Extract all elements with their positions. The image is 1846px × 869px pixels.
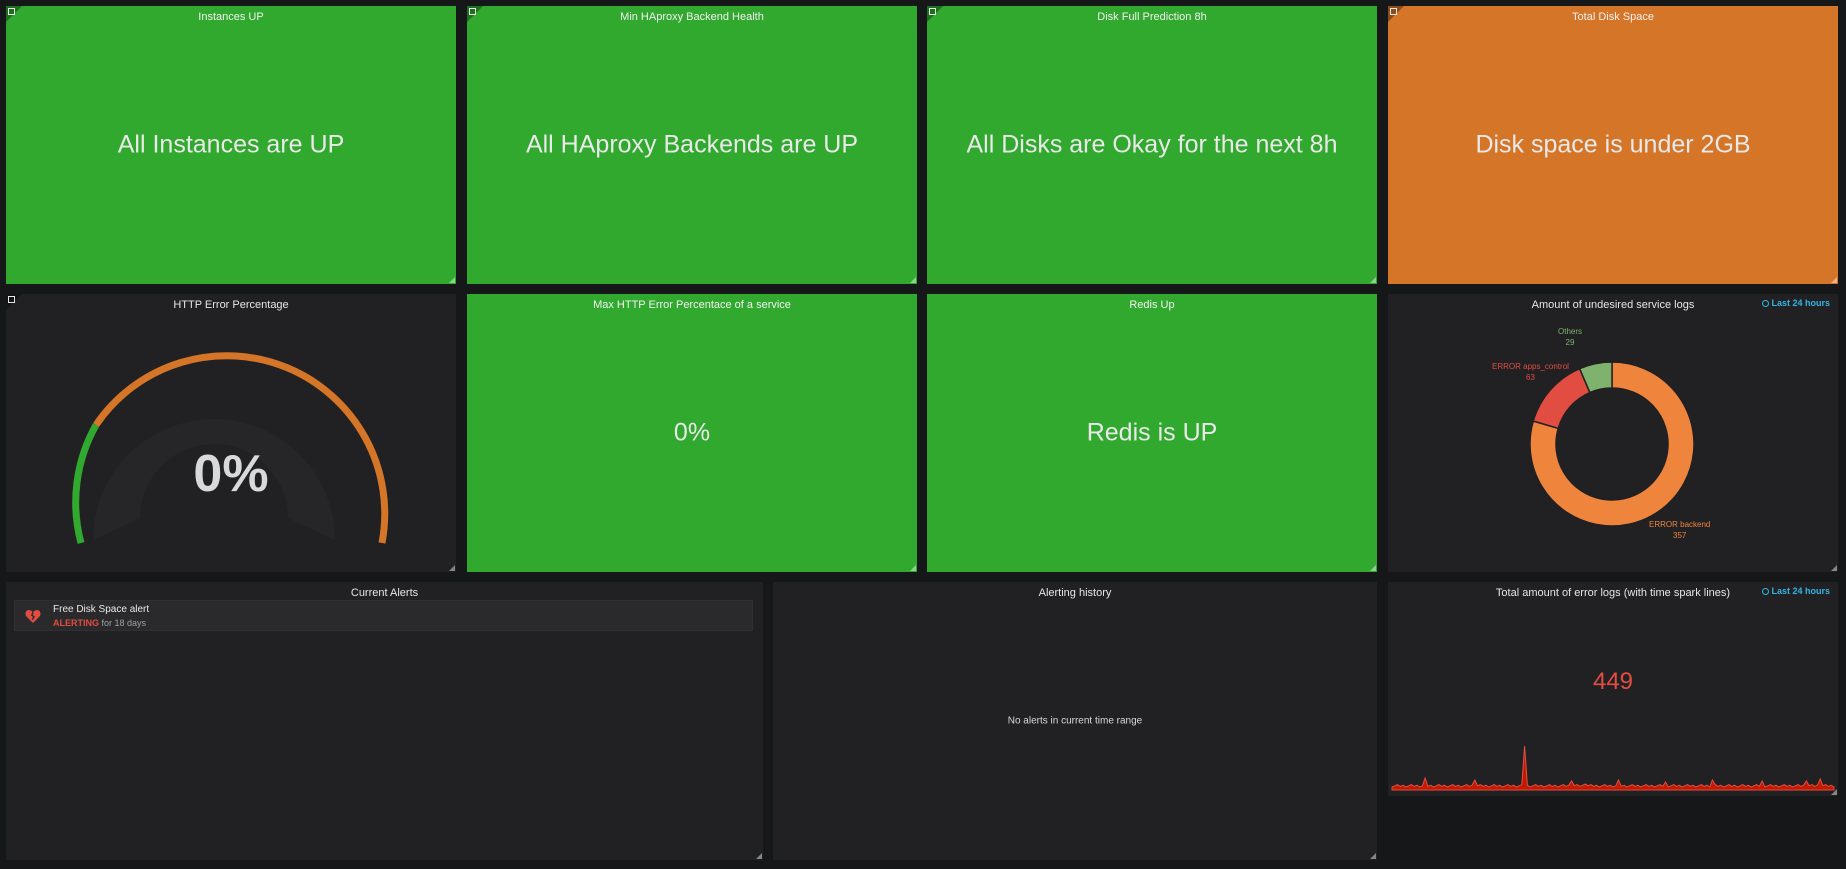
empty-message: No alerts in current time range <box>1007 715 1143 727</box>
resize-handle[interactable] <box>756 853 762 859</box>
panel-total-error-logs: Total amount of error logs (with time sp… <box>1388 582 1838 796</box>
gauge <box>72 352 389 544</box>
panel-title[interactable]: Min HAproxy Backend Health <box>467 11 917 23</box>
gauge-value: 0% <box>193 445 269 503</box>
panel-current-alerts: Current Alerts Free Disk Space alert ALE… <box>6 582 763 860</box>
alert-duration: for 18 days <box>101 618 147 628</box>
slice-label: ERROR backend <box>1649 520 1711 529</box>
resize-handle[interactable] <box>1831 789 1837 795</box>
panel-instances-up: Instances UP All Instances are UP <box>6 6 456 284</box>
resize-handle[interactable] <box>1831 277 1837 283</box>
resize-handle[interactable] <box>1370 277 1376 283</box>
donut-chart <box>1529 361 1695 527</box>
donut-label-apps-control: ERROR apps_control 63 <box>1492 361 1569 383</box>
panel-total-disk-space: Total Disk Space Disk space is under 2GB <box>1388 6 1838 284</box>
panel-disk-prediction: Disk Full Prediction 8h All Disks are Ok… <box>927 6 1377 284</box>
resize-handle[interactable] <box>910 277 916 283</box>
alert-state-line: ALERTING for 18 days <box>53 618 146 628</box>
panel-title[interactable]: Total Disk Space <box>1388 11 1838 23</box>
singlestat-value: 0% <box>673 418 711 447</box>
panel-title[interactable]: Disk Full Prediction 8h <box>927 11 1377 23</box>
singlestat-value: Disk space is under 2GB <box>1475 130 1751 159</box>
resize-handle[interactable] <box>449 277 455 283</box>
panel-http-error-percentage: HTTP Error Percentage 0% <box>6 294 456 572</box>
panel-alerting-history: Alerting history No alerts in current ti… <box>773 582 1377 860</box>
alert-state: ALERTING <box>53 618 99 628</box>
panel-haproxy-health: Min HAproxy Backend Health All HAproxy B… <box>467 6 917 284</box>
slice-value: 63 <box>1526 373 1535 382</box>
alert-list-item[interactable]: Free Disk Space alert ALERTING for 18 da… <box>14 600 753 631</box>
alert-name[interactable]: Free Disk Space alert <box>53 604 149 615</box>
donut-label-backend: ERROR backend 357 <box>1649 519 1710 541</box>
resize-handle[interactable] <box>1370 565 1376 571</box>
panel-title[interactable]: Alerting history <box>773 587 1377 599</box>
singlestat-value: All HAproxy Backends are UP <box>525 130 859 159</box>
resize-handle[interactable] <box>1831 565 1837 571</box>
panel-max-http-error: Max HTTP Error Percentace of a service 0… <box>467 294 917 572</box>
singlestat-value: Redis is UP <box>1086 418 1218 447</box>
panel-title[interactable]: Current Alerts <box>6 587 763 599</box>
slice-label: Others <box>1558 327 1583 336</box>
donut-label-others: Others 29 <box>1558 326 1582 348</box>
sparkline <box>1391 745 1835 791</box>
panel-title[interactable]: Instances UP <box>6 11 456 23</box>
slice-label: ERROR apps_control <box>1492 362 1569 371</box>
resize-handle[interactable] <box>1370 853 1376 859</box>
panel-redis-up: Redis Up Redis is UP <box>927 294 1377 572</box>
slice-value: 29 <box>1565 338 1575 347</box>
singlestat-value: All Instances are UP <box>117 130 345 159</box>
sparkline-area <box>1391 745 1835 791</box>
panel-undesired-service-logs: Amount of undesired service logs Last 24… <box>1388 294 1838 572</box>
singlestat-value: All Disks are Okay for the next 8h <box>966 130 1338 159</box>
slice-value: 357 <box>1673 531 1687 540</box>
resize-handle[interactable] <box>449 565 455 571</box>
broken-heart-icon <box>25 610 41 623</box>
panel-title[interactable]: Max HTTP Error Percentace of a service <box>467 299 917 311</box>
resize-handle[interactable] <box>910 565 916 571</box>
panel-title[interactable]: Redis Up <box>927 299 1377 311</box>
